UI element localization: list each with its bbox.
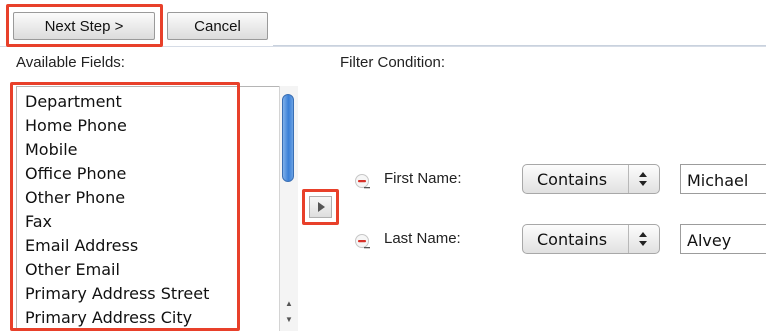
up-down-arrows-icon — [639, 172, 647, 186]
filter-condition-label: Filter Condition: — [340, 54, 446, 71]
filter-value-input[interactable]: Michael — [680, 164, 766, 194]
list-scrollbar[interactable]: ▲ ▼ — [279, 86, 298, 331]
remove-filter-icon[interactable] — [354, 173, 370, 189]
highlight-box — [302, 189, 339, 225]
highlight-box — [6, 4, 163, 47]
remove-filter-icon[interactable] — [354, 233, 370, 249]
available-fields-label: Available Fields: — [16, 54, 125, 71]
operator-value: Contains — [537, 170, 608, 189]
scroll-up-arrow-icon[interactable]: ▲ — [284, 299, 294, 309]
operator-select[interactable]: Contains — [522, 164, 660, 194]
filter-field-label: Last Name: — [384, 230, 461, 247]
cancel-button[interactable]: Cancel — [167, 12, 268, 40]
filter-row: First Name: Contains Michael — [354, 164, 766, 194]
filter-row: Last Name: Contains Alvey — [354, 224, 766, 254]
operator-select[interactable]: Contains — [522, 224, 660, 254]
filter-value-input[interactable]: Alvey — [680, 224, 766, 254]
scrollbar-thumb[interactable] — [282, 94, 294, 182]
operator-value: Contains — [537, 230, 608, 249]
filter-field-label: First Name: — [384, 170, 462, 187]
up-down-arrows-icon — [639, 232, 647, 246]
scroll-down-arrow-icon[interactable]: ▼ — [284, 315, 294, 325]
highlight-box — [10, 82, 240, 331]
